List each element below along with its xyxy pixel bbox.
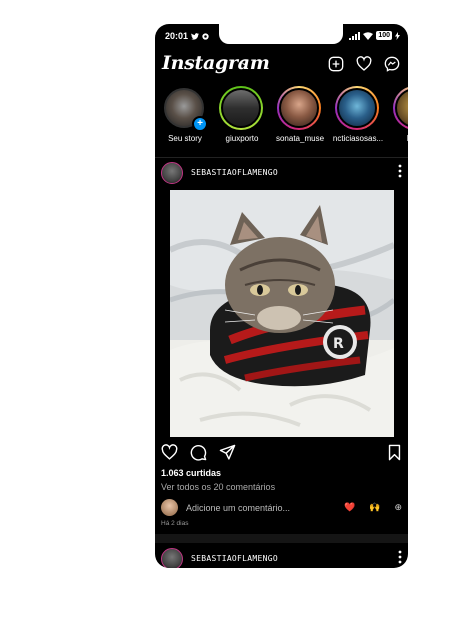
phone-frame: 20:01 100 Instagram ⌄ + Seu story giuxpo… bbox=[155, 24, 408, 568]
story-item[interactable]: ncticiasosas... bbox=[333, 86, 383, 143]
post-time: Há 2 dias bbox=[161, 520, 189, 527]
divider bbox=[155, 157, 408, 158]
avatar bbox=[161, 499, 178, 516]
chevron-down-icon[interactable]: ⌄ bbox=[240, 57, 248, 68]
twitter-icon bbox=[191, 32, 200, 40]
chrome-icon bbox=[202, 32, 209, 40]
add-story-plus-icon[interactable]: + bbox=[192, 116, 208, 132]
status-time: 20:01 bbox=[165, 31, 189, 41]
story-ring bbox=[219, 86, 263, 130]
svg-text:R: R bbox=[333, 336, 344, 352]
post-actions bbox=[161, 444, 402, 462]
avatar[interactable] bbox=[161, 162, 183, 184]
post-username[interactable]: SEBASTIAOFLAMENGO bbox=[191, 168, 278, 177]
story-ring bbox=[393, 86, 408, 130]
add-comment-row: Adicione um comentário... ❤️ 🙌 ⊕ bbox=[161, 499, 402, 517]
story-avatar bbox=[279, 88, 319, 128]
story-label: giuxporto bbox=[225, 134, 259, 143]
signal-icon bbox=[349, 31, 361, 40]
story-ring bbox=[277, 86, 321, 130]
comment-icon[interactable] bbox=[190, 444, 207, 461]
charging-icon bbox=[395, 31, 400, 40]
post-header: SEBASTIAOFLAMENGO bbox=[161, 548, 402, 568]
wifi-icon bbox=[363, 31, 374, 40]
post-separator bbox=[155, 534, 408, 543]
story-avatar bbox=[221, 88, 261, 128]
share-icon[interactable] bbox=[219, 444, 236, 461]
raising-hands-emoji-reaction[interactable]: 🙌 bbox=[369, 502, 380, 513]
post-photo[interactable]: R bbox=[170, 190, 394, 437]
story-item[interactable]: bro... bbox=[393, 86, 408, 143]
story-label: ncticiasosas... bbox=[332, 134, 384, 143]
add-comment-input[interactable]: Adicione um comentário... bbox=[186, 503, 290, 513]
story-own[interactable]: + Seu story bbox=[162, 86, 208, 143]
post-header: SEBASTIAOFLAMENGO bbox=[161, 162, 402, 184]
add-emoji-icon[interactable]: ⊕ bbox=[394, 502, 402, 513]
new-post-icon[interactable] bbox=[328, 56, 344, 72]
story-label: bro... bbox=[388, 134, 408, 143]
story-avatar bbox=[395, 88, 408, 128]
view-comments-link[interactable]: Ver todos os 20 comentários bbox=[161, 482, 275, 492]
heart-icon[interactable] bbox=[356, 56, 372, 72]
likes-count[interactable]: 1.063 curtidas bbox=[161, 468, 221, 478]
story-label: sonata_muse bbox=[275, 134, 325, 143]
more-options-icon[interactable] bbox=[398, 550, 402, 564]
status-bar: 20:01 100 bbox=[165, 30, 400, 44]
story-item[interactable]: sonata_muse bbox=[276, 86, 324, 143]
messenger-icon[interactable] bbox=[384, 56, 400, 72]
post-username[interactable]: SEBASTIAOFLAMENGO bbox=[191, 554, 278, 563]
avatar[interactable] bbox=[161, 548, 183, 568]
battery-indicator: 100 bbox=[376, 31, 392, 40]
story-item[interactable]: giuxporto bbox=[219, 86, 265, 143]
heart-emoji-reaction[interactable]: ❤️ bbox=[344, 502, 355, 513]
story-avatar bbox=[337, 88, 377, 128]
instagram-logo[interactable]: Instagram bbox=[162, 52, 270, 74]
more-options-icon[interactable] bbox=[398, 164, 402, 178]
like-heart-icon[interactable] bbox=[161, 444, 178, 461]
story-ring bbox=[335, 86, 379, 130]
story-label: Seu story bbox=[168, 134, 202, 143]
app-header: Instagram ⌄ bbox=[162, 52, 400, 78]
bookmark-icon[interactable] bbox=[387, 444, 402, 461]
stories-tray: + Seu story giuxporto sonata_muse nctici… bbox=[160, 86, 408, 156]
